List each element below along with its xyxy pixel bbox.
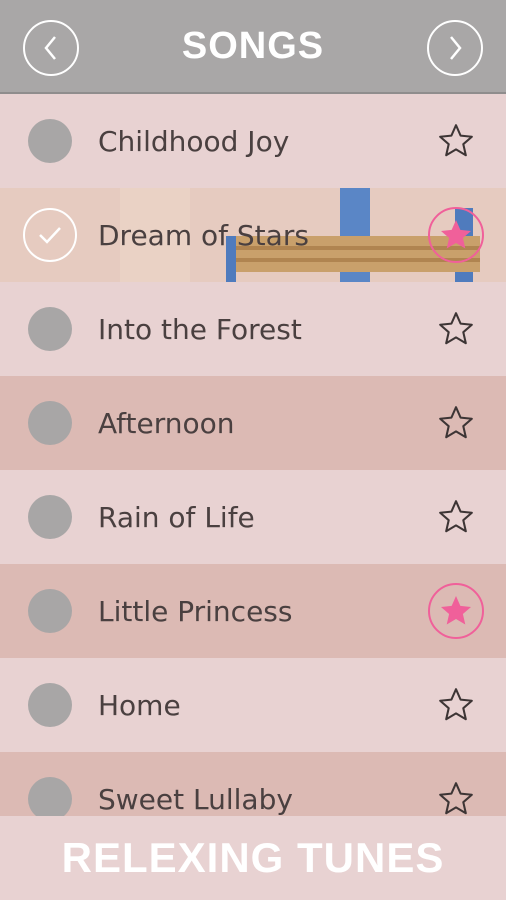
favorite-button[interactable] xyxy=(434,777,478,816)
song-title: Little Princess xyxy=(98,594,293,628)
select-circle[interactable] xyxy=(28,119,72,163)
next-button[interactable] xyxy=(427,20,483,76)
select-circle[interactable] xyxy=(28,683,72,727)
select-circle[interactable] xyxy=(28,589,72,633)
song-title: Home xyxy=(98,688,181,722)
app-footer: RELEXING TUNES xyxy=(0,816,506,900)
song-title: Afternoon xyxy=(98,406,235,440)
song-title: Into the Forest xyxy=(98,312,302,346)
chevron-left-icon xyxy=(44,36,56,60)
star-filled-icon xyxy=(441,220,471,249)
select-circle[interactable] xyxy=(28,307,72,351)
song-row[interactable]: Sweet Lullaby xyxy=(0,752,506,816)
song-row[interactable]: Afternoon xyxy=(0,376,506,470)
star-outline-icon xyxy=(439,688,473,721)
song-list: Childhood Joy Dream of Stars Into the Fo… xyxy=(0,94,506,816)
song-row[interactable]: Home xyxy=(0,658,506,752)
favorite-button[interactable] xyxy=(434,683,478,727)
favorite-button[interactable] xyxy=(434,495,478,539)
song-row[interactable]: Childhood Joy xyxy=(0,94,506,188)
favorite-button[interactable] xyxy=(434,307,478,351)
checkmark-icon xyxy=(39,227,61,244)
select-circle[interactable] xyxy=(28,401,72,445)
star-filled-icon xyxy=(441,596,471,625)
star-outline-icon xyxy=(439,312,473,345)
song-title: Childhood Joy xyxy=(98,124,290,158)
favorite-button[interactable] xyxy=(428,583,484,639)
favorite-button[interactable] xyxy=(434,401,478,445)
song-row-selected[interactable]: Dream of Stars xyxy=(0,188,506,282)
top-bar: SONGS xyxy=(0,0,506,94)
select-circle-checked[interactable] xyxy=(23,208,77,262)
song-row[interactable]: Little Princess xyxy=(0,564,506,658)
star-outline-icon xyxy=(439,406,473,439)
chevron-right-icon xyxy=(450,36,462,60)
favorite-button[interactable] xyxy=(434,119,478,163)
song-title: Sweet Lullaby xyxy=(98,782,293,816)
song-title: Dream of Stars xyxy=(98,218,309,252)
song-row[interactable]: Into the Forest xyxy=(0,282,506,376)
select-circle[interactable] xyxy=(28,777,72,816)
star-outline-icon xyxy=(439,500,473,533)
song-title: Rain of Life xyxy=(98,500,255,534)
app-brand: RELEXING TUNES xyxy=(61,834,445,881)
star-outline-icon xyxy=(439,124,473,157)
select-circle[interactable] xyxy=(28,495,72,539)
star-outline-icon xyxy=(439,782,473,815)
previous-button[interactable] xyxy=(23,20,79,76)
favorite-button[interactable] xyxy=(428,207,484,263)
song-row[interactable]: Rain of Life xyxy=(0,470,506,564)
page-title: SONGS xyxy=(181,24,325,67)
